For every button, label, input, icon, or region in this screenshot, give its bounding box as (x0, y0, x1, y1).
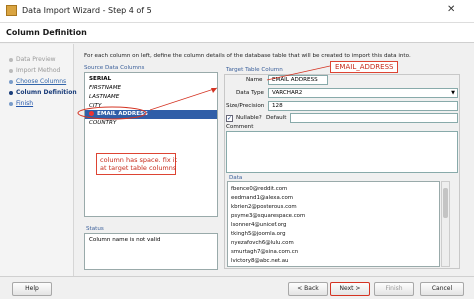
annotation-arrowhead (211, 88, 217, 93)
annotation-note-line: column has space. fix it (100, 156, 178, 164)
finish-button[interactable]: Finish (374, 282, 414, 296)
annotation-arrow-line (266, 65, 331, 81)
annotation-ellipse (77, 106, 147, 120)
annotation-arrows (77, 65, 331, 120)
button-bar: Help < Back Next > Finish Cancel (0, 276, 474, 299)
annotation-arrow-line (149, 87, 218, 111)
back-button[interactable]: < Back (288, 282, 328, 296)
annotation-note: column has space. fix it at target table… (96, 153, 178, 175)
next-button[interactable]: Next > (330, 282, 370, 296)
help-button[interactable]: Help (12, 282, 52, 296)
cancel-button[interactable]: Cancel (420, 282, 464, 296)
annotation-note-line: at target table columns (100, 164, 177, 172)
